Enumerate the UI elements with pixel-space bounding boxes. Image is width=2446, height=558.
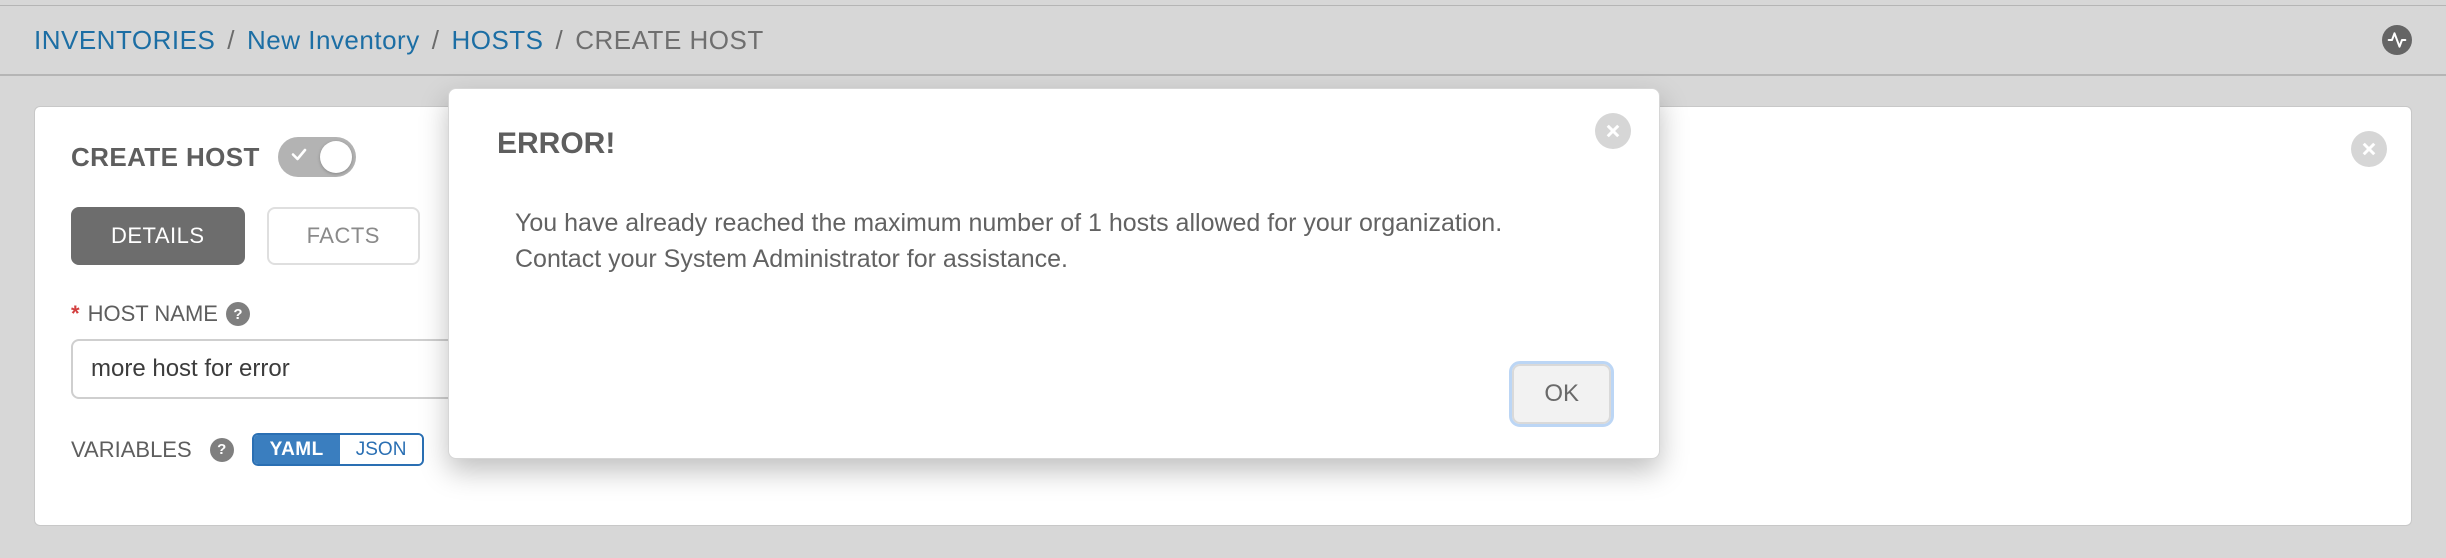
format-toggle: YAML JSON [252,433,425,466]
help-icon[interactable]: ? [210,438,234,462]
modal-body: You have already reached the maximum num… [497,205,1517,278]
breadcrumb-sep: / [432,25,440,56]
toggle-knob [320,141,352,173]
ok-button[interactable]: OK [1512,364,1611,424]
panel-close-button[interactable] [2351,131,2387,167]
modal-footer: OK [497,364,1611,424]
modal-close-button[interactable] [1595,113,1631,149]
host-enabled-toggle[interactable] [278,137,356,177]
breadcrumb-hosts[interactable]: HOSTS [451,25,543,56]
help-icon[interactable]: ? [226,302,250,326]
breadcrumb-inventories[interactable]: INVENTORIES [34,25,215,56]
panel-title: CREATE HOST [71,142,260,173]
activity-icon[interactable] [2382,25,2412,55]
tab-details[interactable]: DETAILS [71,207,245,265]
required-star: * [71,301,80,327]
variables-label: VARIABLES [71,437,192,463]
format-yaml[interactable]: YAML [254,435,340,464]
modal-title: ERROR! [497,127,1611,161]
breadcrumb-new-inventory[interactable]: New Inventory [247,25,420,56]
close-icon [1604,122,1622,140]
breadcrumb-sep: / [556,25,564,56]
format-json[interactable]: JSON [340,435,423,464]
breadcrumb: INVENTORIES / New Inventory / HOSTS / CR… [34,25,764,56]
tab-facts[interactable]: FACTS [267,207,420,265]
close-icon [2360,140,2378,158]
error-modal: ERROR! You have already reached the maxi… [448,88,1660,459]
breadcrumb-sep: / [227,25,235,56]
hostname-label: HOST NAME [88,301,218,327]
breadcrumb-create-host: CREATE HOST [575,25,763,56]
check-icon [290,146,308,169]
breadcrumb-bar: INVENTORIES / New Inventory / HOSTS / CR… [0,6,2446,76]
